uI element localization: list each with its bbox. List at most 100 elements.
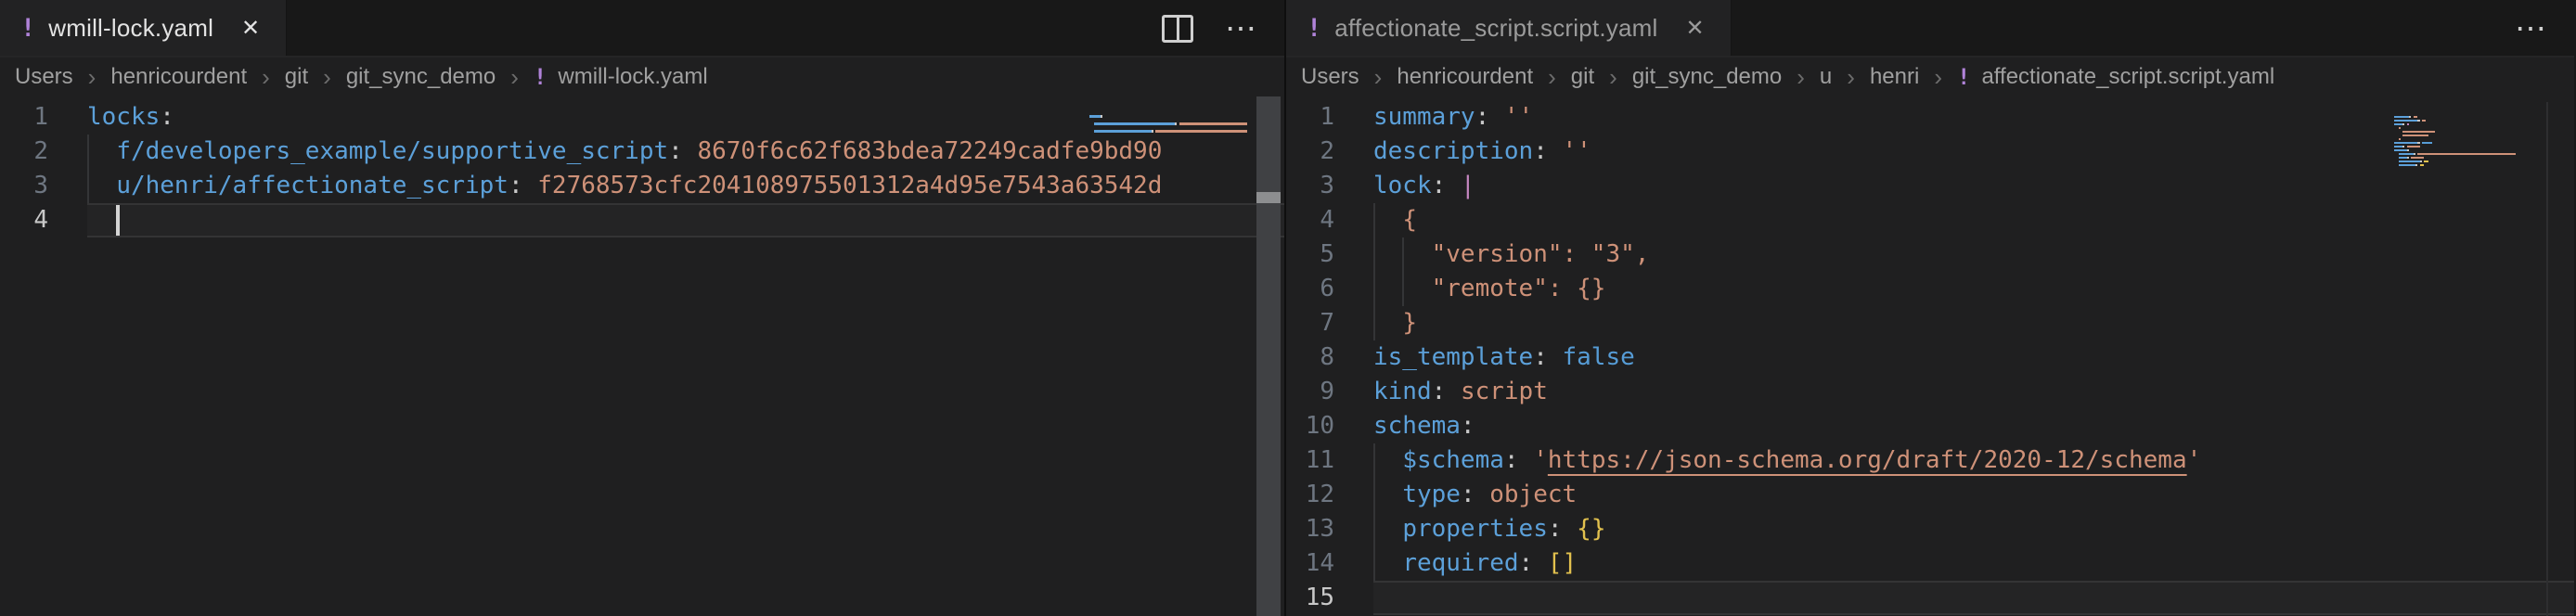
indent-guide (87, 135, 89, 169)
chevron-right-icon: › (510, 63, 519, 92)
code-line-content: lock: | (1373, 169, 2574, 203)
code-line[interactable]: 6 "remote": {} (1286, 272, 2574, 306)
line-number: 10 (1286, 409, 1334, 443)
code-line[interactable]: 12 type: object (1286, 478, 2574, 512)
code-line[interactable]: 11 $schema: 'https://json-schema.org/dra… (1286, 443, 2574, 478)
code-editor-right[interactable]: 1summary: ''2description: ''3lock: |4 {5… (1286, 96, 2574, 616)
indent-guide (1373, 203, 1375, 237)
code-line-content: { (1373, 203, 2574, 237)
code-line-content: properties: {} (1373, 512, 2574, 546)
code-line[interactable]: 13 properties: {} (1286, 512, 2574, 546)
breadcrumb-item-git[interactable]: git (285, 64, 308, 90)
tab-wmill-lock[interactable]: ! wmill-lock.yaml ✕ (0, 0, 287, 56)
split-editor-icon[interactable] (1162, 15, 1193, 43)
indent-guide (1402, 272, 1404, 306)
line-number: 7 (1286, 306, 1334, 340)
code-line[interactable]: 8is_template: false (1286, 340, 2574, 375)
chevron-right-icon: › (88, 63, 97, 92)
minimap[interactable] (1089, 101, 1253, 131)
line-number: 11 (1286, 443, 1334, 478)
code-line-content (1373, 581, 2574, 615)
breadcrumb-item-git_sync_demo[interactable]: git_sync_demo (346, 64, 496, 90)
code-line-content: kind: script (1373, 375, 2574, 409)
chevron-right-icon: › (1847, 63, 1855, 92)
tabbar-left: ! wmill-lock.yaml ✕ ⋯ (0, 0, 1284, 58)
line-number: 2 (1286, 135, 1334, 169)
line-number: 5 (1286, 237, 1334, 272)
text-cursor (116, 205, 120, 236)
indent-guide (1373, 237, 1375, 272)
editor-group-left: ! wmill-lock.yaml ✕ ⋯ Users › henricourden… (0, 0, 1286, 616)
breadcrumb-item-git[interactable]: git (1571, 64, 1594, 90)
code-line[interactable]: 5 "version": "3", (1286, 237, 2574, 272)
minimap-line (1089, 101, 1253, 109)
schema-url-link[interactable]: https://json-schema.org/draft/2020-12/sc… (1548, 446, 2187, 474)
more-actions-icon[interactable]: ⋯ (1225, 15, 1258, 43)
code-line[interactable]: 10schema: (1286, 409, 2574, 443)
breadcrumb-file[interactable]: ! wmill-lock.yaml (534, 64, 708, 90)
line-number: 15 (1286, 581, 1334, 615)
code-line-content: is_template: false (1373, 340, 2574, 375)
vertical-scrollbar[interactable] (1256, 96, 1281, 616)
breadcrumb-item-henricourdent[interactable]: henricourdent (1397, 64, 1533, 90)
indent-guide (1373, 478, 1375, 512)
breadcrumb-file-label: wmill-lock.yaml (558, 64, 707, 90)
line-number: 9 (1286, 375, 1334, 409)
breadcrumb-item-henri[interactable]: henri (1870, 64, 1919, 90)
chevron-right-icon: › (1797, 63, 1805, 92)
chevron-right-icon: › (1374, 63, 1383, 92)
code-line[interactable]: 2description: '' (1286, 135, 2574, 169)
indent-guide (87, 169, 89, 203)
code-line-content: u/henri/affectionate_script: f2768573cfc… (87, 169, 1284, 203)
minimap-line (1089, 109, 1253, 116)
breadcrumb-item-u[interactable]: u (1820, 64, 1832, 90)
close-icon[interactable]: ✕ (1680, 13, 1709, 44)
code-line[interactable]: 3 u/henri/affectionate_script: f2768573c… (0, 169, 1284, 203)
code-line[interactable]: 4 (0, 203, 1284, 237)
code-line[interactable]: 3lock: | (1286, 169, 2574, 203)
line-number: 4 (0, 203, 48, 237)
tab-label: affectionate_script.script.yaml (1334, 14, 1657, 43)
code-line[interactable]: 15 (1286, 581, 2574, 615)
breadcrumb-item-users[interactable]: Users (1301, 64, 1359, 90)
scrollbar-cursor-marker (1256, 192, 1281, 203)
yaml-file-icon: ! (534, 64, 547, 90)
line-number: 3 (0, 169, 48, 203)
line-number: 6 (1286, 272, 1334, 306)
code-line[interactable]: 7 } (1286, 306, 2574, 340)
line-number: 14 (1286, 546, 1334, 581)
tabbar-right: ! affectionate_script.script.yaml ✕ ⋯ (1286, 0, 2574, 58)
more-actions-icon[interactable]: ⋯ (2515, 15, 2548, 43)
code-line-content: f/developers_example/supportive_script: … (87, 135, 1284, 169)
breadcrumb-item-git_sync_demo[interactable]: git_sync_demo (1632, 64, 1782, 90)
breadcrumb-file[interactable]: !affectionate_script.script.yaml (1957, 64, 2274, 90)
code-line[interactable]: 4 { (1286, 203, 2574, 237)
breadcrumbs-right: Users›henricourdent›git›git_sync_demo›u›… (1286, 58, 2574, 96)
editor-workbench: ! wmill-lock.yaml ✕ ⋯ Users › henricourden… (0, 0, 2576, 616)
tab-affectionate-script[interactable]: ! affectionate_script.script.yaml ✕ (1286, 0, 1732, 56)
close-icon[interactable]: ✕ (236, 13, 265, 44)
editor-group-right: ! affectionate_script.script.yaml ✕ ⋯ Us… (1286, 0, 2574, 616)
code-line-content: type: object (1373, 478, 2574, 512)
breadcrumb-item-henricourdent[interactable]: henricourdent (110, 64, 247, 90)
code-line[interactable]: 14 required: [] (1286, 546, 2574, 581)
code-editor-left[interactable]: 1locks:2 f/developers_example/supportive… (0, 96, 1284, 616)
line-number: 2 (0, 135, 48, 169)
yaml-file-icon: ! (20, 14, 35, 43)
chevron-right-icon: › (262, 63, 270, 92)
minimap-line (1089, 116, 1253, 123)
indent-guide (1373, 512, 1375, 546)
line-number: 12 (1286, 478, 1334, 512)
code-line[interactable]: 9 kind: script (1286, 375, 2574, 409)
chevron-right-icon: › (1548, 63, 1556, 92)
minimap[interactable] (2394, 101, 2546, 157)
code-line-content (87, 203, 1284, 237)
code-line-content: } (1373, 306, 2574, 340)
code-line-content: $schema: 'https://json-schema.org/draft/… (1373, 443, 2574, 478)
line-number: 4 (1286, 203, 1334, 237)
code-line-content: "remote": {} (1373, 272, 2574, 306)
indent-guide (1373, 306, 1375, 340)
tab-label: wmill-lock.yaml (48, 14, 213, 43)
breadcrumb-item-users[interactable]: Users (15, 64, 73, 90)
code-line[interactable]: 1summary: '' (1286, 100, 2574, 135)
